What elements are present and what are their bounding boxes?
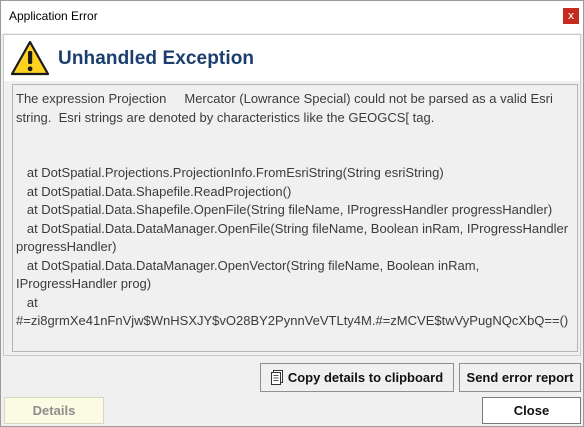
copy-details-button[interactable]: Copy details to clipboard	[260, 363, 454, 392]
content-panel: Unhandled Exception The expression Proje…	[3, 34, 581, 356]
clipboard-icon	[270, 370, 283, 385]
error-details-text[interactable]: The expression Projection Mercator (Lowr…	[12, 84, 578, 352]
close-label: Close	[513, 403, 550, 418]
details-label: Details	[32, 403, 76, 418]
close-icon: x	[567, 9, 575, 22]
error-title: Unhandled Exception	[58, 48, 255, 69]
details-button[interactable]: Details	[4, 397, 104, 424]
close-window-button[interactable]: x	[563, 8, 579, 24]
send-error-report-label: Send error report	[466, 370, 574, 385]
warning-icon	[10, 40, 50, 76]
title-bar[interactable]: Application Error x	[1, 1, 583, 33]
error-dialog: Application Error x Unhandled Exception …	[0, 0, 584, 427]
send-error-report-button[interactable]: Send error report	[459, 363, 581, 392]
error-header: Unhandled Exception	[4, 35, 580, 81]
close-button[interactable]: Close	[482, 397, 581, 424]
window-title: Application Error	[9, 9, 98, 23]
copy-details-label: Copy details to clipboard	[287, 370, 444, 385]
